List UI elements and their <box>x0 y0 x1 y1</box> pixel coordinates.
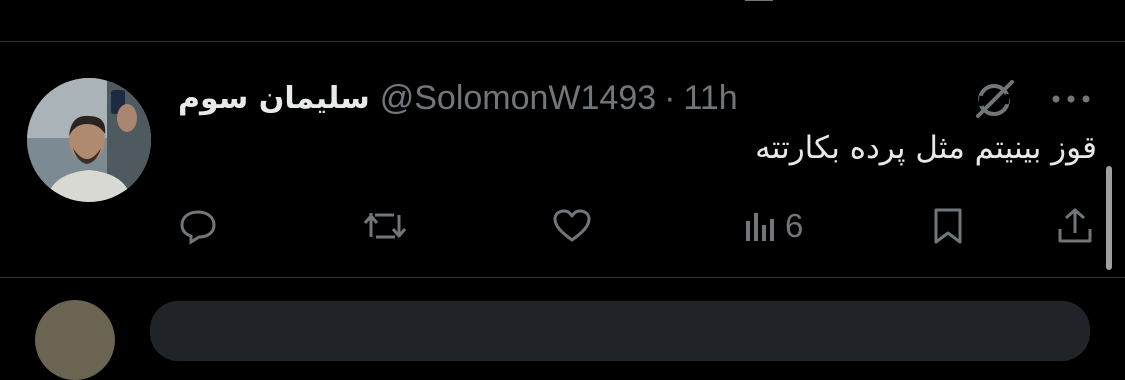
avatar-photo <box>27 78 151 202</box>
bookmark-button[interactable] <box>930 204 966 248</box>
bookmark-icon <box>934 208 962 244</box>
views-button[interactable]: 16 <box>745 0 822 8</box>
avatar[interactable] <box>35 300 115 380</box>
repost-icon <box>363 213 407 239</box>
bar-chart-icon <box>746 213 774 241</box>
repost-button[interactable] <box>362 204 408 248</box>
views-count: 6 <box>785 207 804 244</box>
views-button[interactable]: 6 <box>743 204 803 248</box>
divider <box>0 41 1125 42</box>
share-button[interactable] <box>1055 204 1095 248</box>
reply-icon <box>180 210 216 245</box>
post-text: قوز بینیتم مثل پرده بکارتته <box>755 130 1097 166</box>
separator: · <box>664 78 676 117</box>
reply-composer[interactable] <box>150 301 1090 361</box>
more-icon[interactable] <box>1046 84 1096 114</box>
previous-post-action-bar: 16 <box>0 0 1125 8</box>
divider <box>0 277 1125 278</box>
scrollbar[interactable] <box>1106 166 1112 270</box>
avatar[interactable] <box>27 78 151 202</box>
share-icon <box>1058 208 1092 243</box>
reply-icon[interactable] <box>182 0 222 8</box>
handle[interactable]: @SolomonW1493 <box>380 79 656 118</box>
timestamp[interactable]: 11h <box>683 79 737 118</box>
repost-icon[interactable] <box>360 0 404 8</box>
reply-button[interactable] <box>177 204 219 248</box>
heart-icon[interactable] <box>552 0 592 8</box>
grok-icon[interactable] <box>972 76 1018 122</box>
post-header: سلیمان سوم @SolomonW1493 · 11h <box>178 78 738 118</box>
like-button[interactable] <box>551 204 593 248</box>
heart-icon <box>553 209 591 242</box>
bookmark-icon[interactable] <box>935 0 969 8</box>
display-name[interactable]: سلیمان سوم <box>178 81 370 116</box>
share-icon[interactable] <box>1058 0 1092 8</box>
